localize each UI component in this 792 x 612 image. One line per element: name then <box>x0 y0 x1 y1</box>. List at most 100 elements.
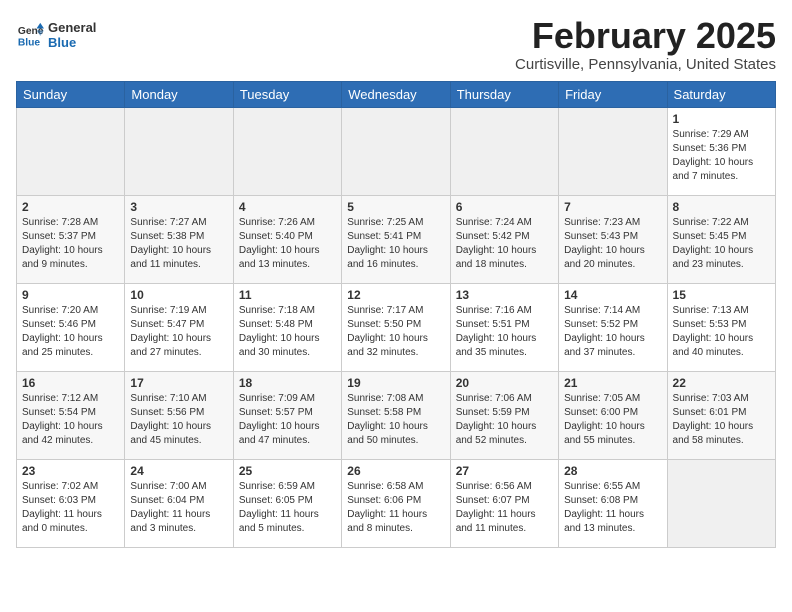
day-info: Sunrise: 7:13 AM Sunset: 5:53 PM Dayligh… <box>673 304 770 360</box>
calendar-cell: 26Sunrise: 6:58 AM Sunset: 6:06 PM Dayli… <box>342 459 450 547</box>
logo-icon: General Blue <box>16 21 44 49</box>
day-number: 26 <box>347 464 444 478</box>
month-title: February 2025 <box>515 16 776 56</box>
calendar-cell: 11 Sunrise: 7:18 AM Sunset: 5:48 PM Dayli… <box>233 283 341 371</box>
day-number: 19 <box>347 376 444 390</box>
title-area: February 2025 Curtisville, Pennsylvania,… <box>515 16 776 73</box>
calendar-week-1: 1Sunrise: 7:29 AM Sunset: 5:36 PM Daylig… <box>17 107 776 195</box>
calendar-week-4: 16 Sunrise: 7:12 AM Sunset: 5:54 PM Dayli… <box>17 371 776 459</box>
calendar-week-3: 9Sunrise: 7:20 AM Sunset: 5:46 PM Daylig… <box>17 283 776 371</box>
calendar-cell: 28Sunrise: 6:55 AM Sunset: 6:08 PM Dayli… <box>559 459 667 547</box>
day-info: Sunrise: 7:02 AM Sunset: 6:03 PM Dayligh… <box>22 480 119 536</box>
location: Curtisville, Pennsylvania, United States <box>515 56 776 73</box>
day-info: Sunrise: 6:55 AM Sunset: 6:08 PM Dayligh… <box>564 480 661 536</box>
day-info: Sunrise: 7:27 AM Sunset: 5:38 PM Dayligh… <box>130 216 227 272</box>
day-number: 22 <box>673 376 770 390</box>
page-header: General Blue General Blue February 2025 … <box>16 16 776 73</box>
day-info: Sunrise: 7:14 AM Sunset: 5:52 PM Dayligh… <box>564 304 661 360</box>
logo-blue: Blue <box>48 35 96 50</box>
day-number: 17 <box>130 376 227 390</box>
day-info: Sunrise: 7:23 AM Sunset: 5:43 PM Dayligh… <box>564 216 661 272</box>
calendar-cell: 16 Sunrise: 7:12 AM Sunset: 5:54 PM Dayli… <box>17 371 125 459</box>
weekday-header-row: SundayMondayTuesdayWednesdayThursdayFrid… <box>17 81 776 107</box>
day-number: 4 <box>239 200 336 214</box>
calendar-cell: 17 Sunrise: 7:10 AM Sunset: 5:56 PM Dayli… <box>125 371 233 459</box>
weekday-sunday: Sunday <box>17 81 125 107</box>
day-number: 2 <box>22 200 119 214</box>
calendar-table: SundayMondayTuesdayWednesdayThursdayFrid… <box>16 81 776 548</box>
calendar-cell: 25 Sunrise: 6:59 AM Sunset: 6:05 PM Dayli… <box>233 459 341 547</box>
day-info: Sunrise: 7:28 AM Sunset: 5:37 PM Dayligh… <box>22 216 119 272</box>
calendar-week-5: 23 Sunrise: 7:02 AM Sunset: 6:03 PM Dayli… <box>17 459 776 547</box>
calendar-cell: 20Sunrise: 7:06 AM Sunset: 5:59 PM Dayli… <box>450 371 558 459</box>
calendar-cell: 10Sunrise: 7:19 AM Sunset: 5:47 PM Dayli… <box>125 283 233 371</box>
day-number: 12 <box>347 288 444 302</box>
weekday-saturday: Saturday <box>667 81 775 107</box>
day-number: 15 <box>673 288 770 302</box>
day-info: Sunrise: 6:59 AM Sunset: 6:05 PM Dayligh… <box>239 480 336 536</box>
day-number: 10 <box>130 288 227 302</box>
day-number: 23 <box>22 464 119 478</box>
day-info: Sunrise: 7:05 AM Sunset: 6:00 PM Dayligh… <box>564 392 661 448</box>
day-number: 5 <box>347 200 444 214</box>
calendar-week-2: 2 Sunrise: 7:28 AM Sunset: 5:37 PM Daylig… <box>17 195 776 283</box>
weekday-thursday: Thursday <box>450 81 558 107</box>
calendar-cell: 2 Sunrise: 7:28 AM Sunset: 5:37 PM Daylig… <box>17 195 125 283</box>
calendar-cell: 15 Sunrise: 7:13 AM Sunset: 5:53 PM Dayli… <box>667 283 775 371</box>
calendar-cell: 22 Sunrise: 7:03 AM Sunset: 6:01 PM Dayli… <box>667 371 775 459</box>
calendar-cell <box>17 107 125 195</box>
weekday-friday: Friday <box>559 81 667 107</box>
calendar-cell <box>559 107 667 195</box>
day-number: 3 <box>130 200 227 214</box>
calendar-cell: 18Sunrise: 7:09 AM Sunset: 5:57 PM Dayli… <box>233 371 341 459</box>
calendar-cell <box>125 107 233 195</box>
calendar-cell: 4 Sunrise: 7:26 AM Sunset: 5:40 PM Daylig… <box>233 195 341 283</box>
calendar-cell <box>450 107 558 195</box>
weekday-tuesday: Tuesday <box>233 81 341 107</box>
calendar-cell: 13 Sunrise: 7:16 AM Sunset: 5:51 PM Dayli… <box>450 283 558 371</box>
day-number: 24 <box>130 464 227 478</box>
day-info: Sunrise: 7:22 AM Sunset: 5:45 PM Dayligh… <box>673 216 770 272</box>
calendar-cell <box>342 107 450 195</box>
day-number: 16 <box>22 376 119 390</box>
calendar-cell: 19 Sunrise: 7:08 AM Sunset: 5:58 PM Dayli… <box>342 371 450 459</box>
logo-general: General <box>48 20 96 35</box>
day-number: 6 <box>456 200 553 214</box>
day-info: Sunrise: 7:09 AM Sunset: 5:57 PM Dayligh… <box>239 392 336 448</box>
calendar-cell: 12 Sunrise: 7:17 AM Sunset: 5:50 PM Dayli… <box>342 283 450 371</box>
day-info: Sunrise: 7:18 AM Sunset: 5:48 PM Dayligh… <box>239 304 336 360</box>
day-info: Sunrise: 7:17 AM Sunset: 5:50 PM Dayligh… <box>347 304 444 360</box>
day-number: 27 <box>456 464 553 478</box>
calendar-cell: 6 Sunrise: 7:24 AM Sunset: 5:42 PM Daylig… <box>450 195 558 283</box>
day-info: Sunrise: 7:03 AM Sunset: 6:01 PM Dayligh… <box>673 392 770 448</box>
logo: General Blue General Blue <box>16 20 96 50</box>
day-number: 21 <box>564 376 661 390</box>
day-number: 8 <box>673 200 770 214</box>
day-info: Sunrise: 7:26 AM Sunset: 5:40 PM Dayligh… <box>239 216 336 272</box>
day-number: 11 <box>239 288 336 302</box>
weekday-wednesday: Wednesday <box>342 81 450 107</box>
calendar-cell <box>233 107 341 195</box>
calendar-cell: 23 Sunrise: 7:02 AM Sunset: 6:03 PM Dayli… <box>17 459 125 547</box>
calendar-cell: 9Sunrise: 7:20 AM Sunset: 5:46 PM Daylig… <box>17 283 125 371</box>
weekday-monday: Monday <box>125 81 233 107</box>
day-info: Sunrise: 7:24 AM Sunset: 5:42 PM Dayligh… <box>456 216 553 272</box>
day-info: Sunrise: 7:16 AM Sunset: 5:51 PM Dayligh… <box>456 304 553 360</box>
day-info: Sunrise: 7:25 AM Sunset: 5:41 PM Dayligh… <box>347 216 444 272</box>
calendar-cell: 1Sunrise: 7:29 AM Sunset: 5:36 PM Daylig… <box>667 107 775 195</box>
calendar-cell: 7 Sunrise: 7:23 AM Sunset: 5:43 PM Daylig… <box>559 195 667 283</box>
day-info: Sunrise: 7:08 AM Sunset: 5:58 PM Dayligh… <box>347 392 444 448</box>
day-info: Sunrise: 7:10 AM Sunset: 5:56 PM Dayligh… <box>130 392 227 448</box>
day-number: 7 <box>564 200 661 214</box>
calendar-cell: 5 Sunrise: 7:25 AM Sunset: 5:41 PM Daylig… <box>342 195 450 283</box>
day-number: 13 <box>456 288 553 302</box>
calendar-cell: 21 Sunrise: 7:05 AM Sunset: 6:00 PM Dayli… <box>559 371 667 459</box>
day-number: 14 <box>564 288 661 302</box>
day-info: Sunrise: 7:29 AM Sunset: 5:36 PM Dayligh… <box>673 128 770 184</box>
calendar-cell: 14 Sunrise: 7:14 AM Sunset: 5:52 PM Dayli… <box>559 283 667 371</box>
calendar-cell: 24 Sunrise: 7:00 AM Sunset: 6:04 PM Dayli… <box>125 459 233 547</box>
day-info: Sunrise: 7:00 AM Sunset: 6:04 PM Dayligh… <box>130 480 227 536</box>
day-number: 25 <box>239 464 336 478</box>
day-info: Sunrise: 7:12 AM Sunset: 5:54 PM Dayligh… <box>22 392 119 448</box>
day-info: Sunrise: 7:06 AM Sunset: 5:59 PM Dayligh… <box>456 392 553 448</box>
